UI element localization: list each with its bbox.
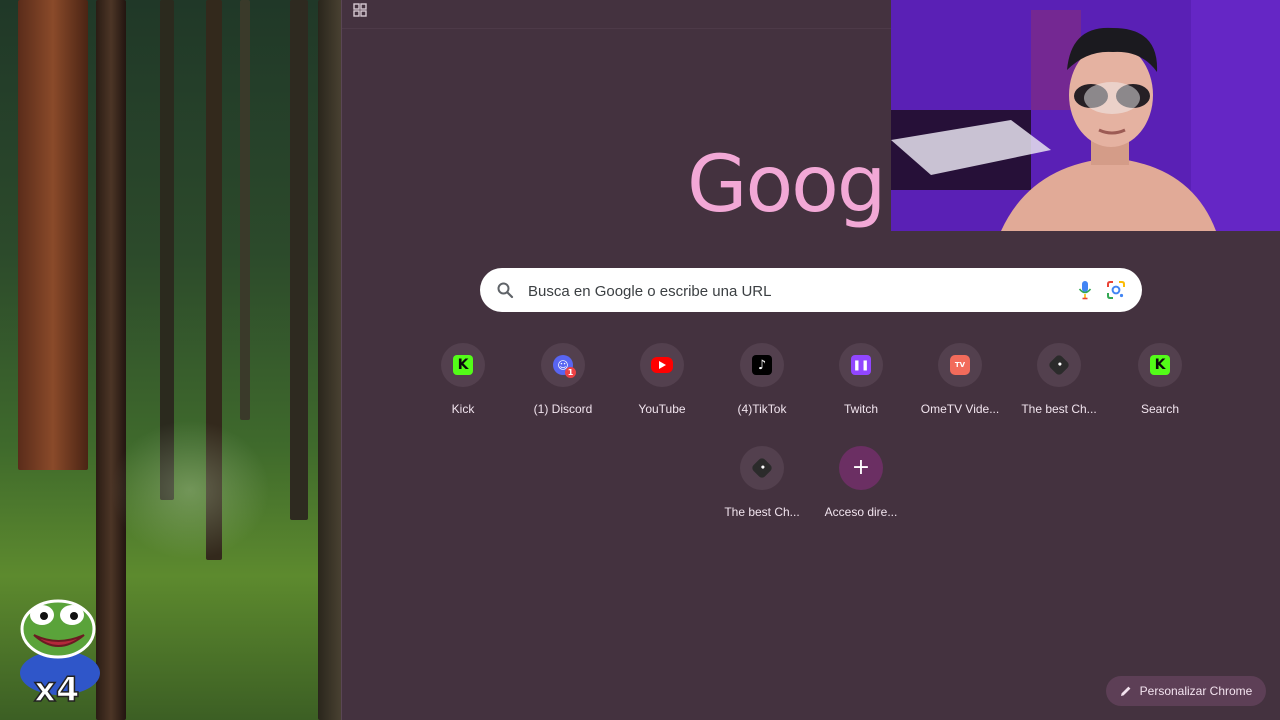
shortcut-label: (4)TikTok bbox=[737, 402, 787, 416]
tree-trunk bbox=[18, 0, 88, 470]
pepe-frog-sticker: x4 bbox=[20, 599, 100, 705]
shortcut-best-chat[interactable]: • The best Ch... bbox=[1011, 343, 1107, 433]
shortcut-best-chat-2[interactable]: • The best Ch... bbox=[714, 446, 810, 536]
add-shortcut-icon: + bbox=[851, 455, 871, 480]
chat-dice-icon: • bbox=[750, 456, 774, 480]
google-lens-icon[interactable] bbox=[1106, 280, 1126, 300]
youtube-icon bbox=[651, 357, 673, 373]
shortcut-ometv[interactable]: TV OmeTV Vide... bbox=[912, 343, 1008, 433]
search-input[interactable] bbox=[526, 278, 1050, 304]
shortcut-icon-wrap: ❚❚ bbox=[839, 343, 883, 387]
webcam-overlay bbox=[891, 0, 1280, 231]
google-logo: Googl bbox=[687, 140, 906, 230]
microphone-icon[interactable] bbox=[1078, 280, 1092, 300]
shortcut-tiktok[interactable]: ♪ (4)TikTok bbox=[714, 343, 810, 433]
tree-trunk bbox=[318, 0, 342, 720]
search-box[interactable] bbox=[480, 268, 1142, 312]
shortcut-icon-wrap: • bbox=[740, 446, 784, 490]
shortcut-youtube[interactable]: YouTube bbox=[614, 343, 710, 433]
shortcut-label: Twitch bbox=[843, 402, 878, 416]
shortcut-label: (1) Discord bbox=[533, 402, 593, 416]
apps-grid-icon[interactable] bbox=[352, 2, 368, 18]
shortcut-twitch[interactable]: ❚❚ Twitch bbox=[813, 343, 909, 433]
kick-icon: K bbox=[453, 355, 473, 375]
shortcut-icon-wrap: K bbox=[1138, 343, 1182, 387]
shortcut-icon-wrap: + bbox=[839, 446, 883, 490]
search-icon bbox=[497, 282, 514, 299]
shortcut-icon-wrap: TV bbox=[938, 343, 982, 387]
x4-badge: x4 bbox=[34, 670, 80, 705]
shortcut-label: Search bbox=[1140, 402, 1180, 416]
notification-badge: 1 bbox=[565, 367, 576, 378]
shortcut-label: The best Ch... bbox=[724, 505, 800, 519]
twitch-icon: ❚❚ bbox=[851, 355, 871, 375]
personalize-chrome-button[interactable]: Personalizar Chrome bbox=[1106, 676, 1266, 706]
light-haze bbox=[110, 420, 270, 560]
chat-dice-icon: • bbox=[1047, 353, 1071, 377]
shortcut-label: Acceso dire... bbox=[824, 505, 898, 519]
ometv-icon: TV bbox=[950, 355, 970, 375]
shortcut-search[interactable]: K Search bbox=[1112, 343, 1208, 433]
shortcut-discord[interactable]: 1 ☺ (1) Discord bbox=[515, 343, 611, 433]
forest-background: x4 bbox=[0, 0, 342, 720]
shortcut-label: Kick bbox=[451, 402, 475, 416]
pencil-icon bbox=[1120, 686, 1131, 696]
kick-icon: K bbox=[1150, 355, 1170, 375]
tree-trunk bbox=[240, 0, 250, 420]
shortcut-icon-wrap: 1 ☺ bbox=[541, 343, 585, 387]
shortcut-kick[interactable]: K Kick bbox=[415, 343, 511, 433]
shortcut-label: The best Ch... bbox=[1021, 402, 1097, 416]
shortcut-label: YouTube bbox=[638, 402, 686, 416]
tiktok-icon: ♪ bbox=[752, 355, 772, 375]
shortcut-icon-wrap: ♪ bbox=[740, 343, 784, 387]
tree-trunk bbox=[290, 0, 308, 520]
personalize-label: Personalizar Chrome bbox=[1139, 684, 1253, 698]
shortcut-label: OmeTV Vide... bbox=[920, 402, 1000, 416]
shortcut-icon-wrap bbox=[640, 343, 684, 387]
add-shortcut-button[interactable]: + Acceso dire... bbox=[813, 446, 909, 536]
shortcut-icon-wrap: • bbox=[1037, 343, 1081, 387]
webcam-feed bbox=[891, 0, 1280, 231]
discord-icon: 1 ☺ bbox=[553, 355, 576, 378]
shortcut-icon-wrap: K bbox=[441, 343, 485, 387]
